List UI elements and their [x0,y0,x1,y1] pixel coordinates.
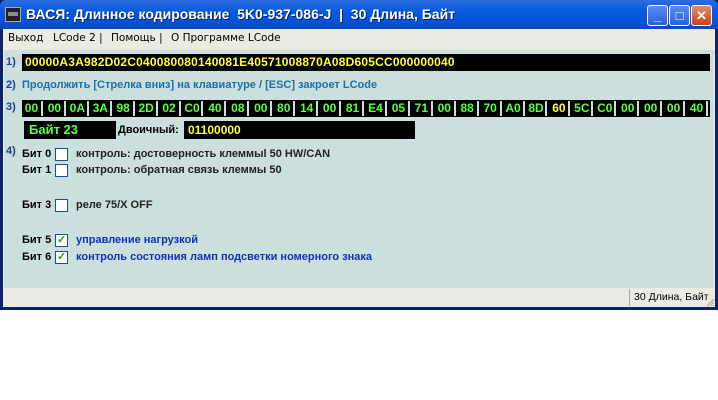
byte-cell[interactable]: C0 [183,101,204,116]
close-button[interactable]: ✕ [691,5,712,26]
menu-bar: Выход LCode 2 | Помощь | О Программе LCo… [3,29,715,49]
bit-label: Бит 0 [22,148,52,160]
byte-strip: 00 00 0A 3A 98 2D 02 C0 40 08 00 80 14 00 81 E4 05 71 00 88… [22,100,710,117]
binary-label: Двоичный: [118,124,179,136]
app-window: ВАСЯ: Длинное кодирование 5K0-937-086-J … [0,0,718,310]
byte-cell[interactable]: 00 [618,101,640,116]
byte-cell[interactable]: 81 [343,101,364,116]
byte-cell[interactable]: 08 [228,101,250,116]
byte-cell[interactable]: 3A [91,101,112,116]
step-3-label: 3) [6,101,16,113]
menu-help[interactable]: Помощь | [111,32,163,44]
bit-description: реле 75/X OFF [76,199,153,211]
status-text: 30 Длина, Байт [629,289,715,306]
status-bar: 30 Длина, Байт [3,288,715,307]
byte-cell[interactable]: 88 [458,101,479,116]
menu-exit[interactable]: Выход [8,32,43,44]
byte-cell[interactable]: 00 [22,101,43,116]
window-title: ВАСЯ: Длинное кодирование 5K0-937-086-J … [26,6,456,22]
bit-6-checkbox[interactable]: ✓ [55,251,68,264]
byte-cell[interactable]: A0 [504,101,525,116]
step-2-label: 2) [6,79,16,91]
bit-1-checkbox[interactable] [55,164,68,177]
byte-cell[interactable]: 70 [481,101,502,116]
bit-description: контроль состояния ламп подсветки номерн… [76,251,373,263]
byte-cell[interactable]: 00 [45,101,66,116]
byte-cell[interactable]: 14 [297,101,319,116]
bit-3-checkbox[interactable] [55,199,68,212]
byte-cell[interactable]: 71 [412,101,433,116]
step-4-label: 4) [6,145,16,157]
byte-cell[interactable]: 40 [687,101,708,116]
minimize-button[interactable]: _ [647,5,668,26]
menu-lcode2[interactable]: LCode 2 | [53,32,103,44]
byte-cell[interactable]: C0 [595,101,617,116]
maximize-button[interactable]: □ [669,5,690,26]
app-icon[interactable] [5,7,21,22]
step-1-label: 1) [6,56,16,68]
byte-cell[interactable]: 8D [527,101,548,116]
menu-about[interactable]: О Программе LCode [171,32,281,44]
check-icon: ✓ [57,234,67,246]
bit-label: Бит 5 [22,234,52,246]
bit-label: Бит 6 [22,251,52,263]
byte-cell[interactable]: 00 [664,101,686,116]
byte-cell[interactable]: 02 [160,101,181,116]
byte-cell[interactable]: 60 [549,101,571,116]
byte-cell[interactable]: 2D [137,101,158,116]
bit-description: управление нагрузкой [76,234,198,246]
byte-number-label: Байт 23 [24,121,116,139]
byte-cell[interactable]: 00 [641,101,663,116]
byte-cell[interactable]: 00 [251,101,273,116]
bit-5-checkbox[interactable]: ✓ [55,234,68,247]
bit-0-checkbox[interactable] [55,148,68,161]
bit-description: контроль: достоверность клеммыl 50 HW/CA… [76,148,331,160]
check-icon: ✓ [57,251,67,263]
coding-panel: 1) 00000A3A982D02C040080080140081E405710… [4,50,714,288]
client-area: Выход LCode 2 | Помощь | О Программе LCo… [3,29,715,307]
byte-cell[interactable]: 40 [205,101,227,116]
byte-cell[interactable]: 0A [68,101,89,116]
resize-grip-icon[interactable] [705,297,715,307]
byte-cell[interactable]: 98 [114,101,135,116]
byte-cell[interactable]: 00 [435,101,456,116]
hint-text: Продолжить [Стрелка вниз] на клавиатуре … [22,79,378,91]
bit-description: контроль: обратная связь клеммы 50 [76,164,282,176]
byte-cell[interactable]: 00 [320,101,342,116]
byte-cell[interactable]: E4 [366,101,387,116]
binary-value-field[interactable]: 01100000 [184,121,415,139]
byte-cell[interactable]: 5C [572,101,594,116]
coding-hex-field[interactable]: 00000A3A982D02C040080080140081E405710088… [22,54,710,71]
bit-label: Бит 1 [22,164,52,176]
byte-cell[interactable]: 80 [274,101,296,116]
byte-cell[interactable]: 05 [389,101,410,116]
title-bar[interactable]: ВАСЯ: Длинное кодирование 5K0-937-086-J … [0,0,718,29]
bit-label: Бит 3 [22,199,52,211]
